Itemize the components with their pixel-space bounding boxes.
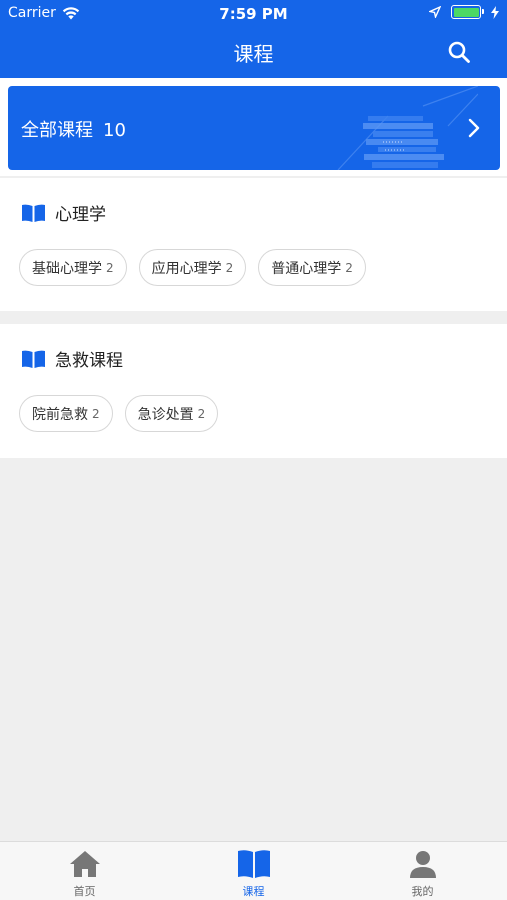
- tag-list: 基础心理学 2 应用心理学 2 普通心理学 2: [19, 249, 366, 286]
- page-title: 课程: [233, 42, 274, 66]
- banner-section: 全部课程 10: [0, 78, 507, 176]
- tab-label: 首页: [73, 885, 96, 898]
- tag-label: 急诊处置: [137, 406, 194, 423]
- tab-profile[interactable]: 我的: [338, 842, 507, 900]
- home-icon: [69, 851, 100, 877]
- tab-home[interactable]: 首页: [0, 842, 169, 900]
- category-title: 心理学: [55, 205, 106, 225]
- book-icon: [22, 204, 45, 222]
- tab-bar: 首页 课程 我的: [0, 841, 507, 900]
- tag-chip[interactable]: 院前急救 2: [19, 395, 113, 432]
- tag-label: 普通心理学: [271, 260, 342, 277]
- book-icon: [22, 350, 45, 368]
- tag-list: 院前急救 2 急诊处置 2: [19, 395, 219, 432]
- tag-label: 院前急救: [32, 406, 88, 423]
- book-icon: [237, 850, 270, 878]
- battery-icon: [451, 5, 484, 19]
- banner-count: 10: [103, 120, 126, 141]
- tag-label: 基础心理学: [32, 260, 102, 277]
- tag-count: 2: [106, 260, 114, 275]
- category-card-psychology: 心理学 基础心理学 2 应用心理学 2 普通心理学 2: [0, 178, 507, 311]
- tab-courses[interactable]: 课程: [169, 842, 338, 900]
- tab-label: 课程: [242, 885, 265, 898]
- person-icon: [409, 851, 436, 878]
- charging-bolt-icon: [491, 5, 499, 19]
- tag-chip[interactable]: 普通心理学 2: [258, 249, 366, 286]
- tag-chip[interactable]: 急诊处置 2: [124, 395, 219, 432]
- banner-title: 全部课程: [21, 120, 93, 141]
- category-title: 急救课程: [55, 351, 123, 371]
- location-arrow-icon: [429, 6, 441, 18]
- tab-label: 我的: [411, 885, 434, 898]
- all-courses-banner[interactable]: 全部课程 10: [8, 86, 500, 170]
- tag-chip[interactable]: 应用心理学 2: [138, 249, 247, 286]
- tag-chip[interactable]: 基础心理学 2: [19, 249, 127, 286]
- books-illustration: [337, 86, 478, 170]
- tag-count: 2: [225, 260, 234, 275]
- chevron-right-icon: [468, 118, 480, 138]
- tag-count: 2: [345, 260, 353, 275]
- tag-count: 2: [92, 406, 100, 421]
- banner-label: 全部课程 10: [21, 116, 126, 142]
- status-bar: Carrier 7:59 PM: [0, 0, 507, 28]
- search-icon[interactable]: [447, 40, 471, 64]
- tag-count: 2: [197, 406, 206, 421]
- category-header: 心理学: [22, 200, 106, 225]
- category-header: 急救课程: [22, 346, 123, 371]
- app-header: Carrier 7:59 PM 课程: [0, 0, 507, 78]
- category-card-first-aid: 急救课程 院前急救 2 急诊处置 2: [0, 324, 507, 458]
- tag-label: 应用心理学: [151, 260, 222, 277]
